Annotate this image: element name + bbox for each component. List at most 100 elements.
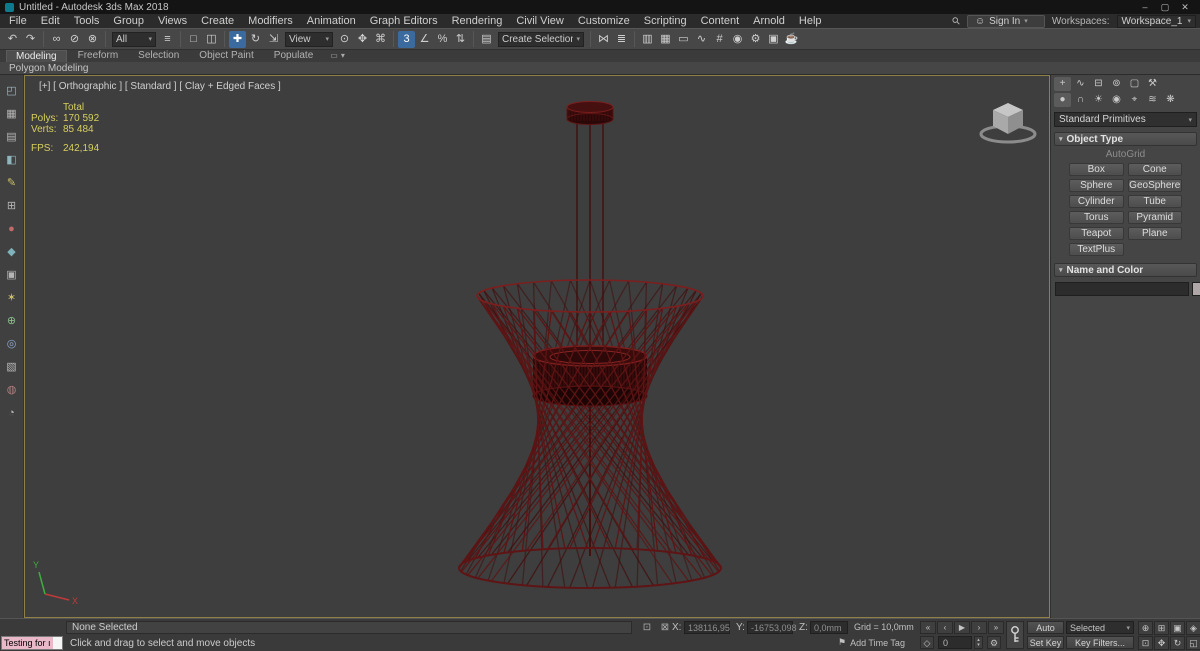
spinner-snap-toggle-icon[interactable]: ⇅ [452,31,469,48]
isolate-selection-toggle-icon[interactable]: ⊡ [640,622,654,634]
hierarchy-tab[interactable]: ⊟ [1090,77,1107,91]
window-crossing-toggle-icon[interactable]: ◫ [203,31,220,48]
add-time-tag-button[interactable]: ⚑ Add Time Tag [838,637,905,648]
x-coordinate-field[interactable]: 138116,95 [684,621,730,634]
menu-item-rendering[interactable]: Rendering [445,14,510,28]
spacewarps-category[interactable]: ≋ [1144,93,1161,107]
toggle-layer-explorer-icon[interactable]: ▦ [657,31,674,48]
unlink-selection-icon[interactable]: ⊘ [66,31,83,48]
previous-frame-button[interactable]: ‹ [937,621,953,634]
left-toolbar-icon-7[interactable]: ● [4,221,20,237]
selection-filter-dropdown[interactable]: All ▾ [112,31,156,47]
menu-item-content[interactable]: Content [694,14,747,28]
lights-category[interactable]: ☀ [1090,93,1107,107]
object-type-cylinder-button[interactable]: Cylinder [1069,195,1124,208]
menu-item-tools[interactable]: Tools [67,14,107,28]
object-type-sphere-button[interactable]: Sphere [1069,179,1124,192]
maximize-button[interactable]: ▢ [1155,0,1175,14]
object-type-rollout-header[interactable]: ▾ Object Type [1054,132,1197,146]
current-frame-field[interactable]: 0 [938,636,972,649]
select-and-scale-icon[interactable]: ⇲ [265,31,282,48]
close-button[interactable]: ✕ [1175,0,1195,14]
select-and-rotate-icon[interactable]: ↻ [247,31,264,48]
zoom-extents-all-icon[interactable]: ◈ [1186,621,1200,635]
menu-item-customize[interactable]: Customize [571,14,637,28]
menu-item-edit[interactable]: Edit [34,14,67,28]
auto-key-button[interactable]: Auto Key [1027,621,1064,645]
go-to-end-button[interactable]: » [988,621,1004,634]
set-key-button[interactable]: Set Key [1027,636,1064,649]
object-type-torus-button[interactable]: Torus [1069,211,1124,224]
primitive-category-dropdown[interactable]: Standard Primitives ▾ [1054,112,1197,127]
left-toolbar-icon-11[interactable]: ⊕ [4,313,20,329]
maxscript-mini-listener[interactable]: Testing for ı [1,636,63,650]
left-toolbar-icon-2[interactable]: ▦ [4,106,20,122]
object-name-field[interactable] [1055,282,1189,296]
ribbon-tab-freeform[interactable]: Freeform [69,50,128,62]
search-icon[interactable]: ⚲ [950,15,963,28]
shapes-category[interactable]: ∩ [1072,93,1089,107]
utilities-tab[interactable]: ⚒ [1144,77,1161,91]
minimize-button[interactable]: – [1135,0,1155,14]
toggle-scene-explorer-icon[interactable]: ▥ [639,31,656,48]
left-toolbar-icon-1[interactable]: ◰ [4,83,20,99]
left-toolbar-icon-8[interactable]: ◆ [4,244,20,260]
left-toolbar-icon-13[interactable]: ▧ [4,359,20,375]
left-toolbar-icon-3[interactable]: ▤ [4,129,20,145]
viewcube[interactable] [979,103,1037,144]
select-and-link-icon[interactable]: ∞ [48,31,65,48]
object-type-pyramid-button[interactable]: Pyramid [1127,211,1182,224]
select-by-name-icon[interactable]: ≡ [159,31,176,48]
object-type-textplus-button[interactable]: TextPlus [1069,243,1124,256]
mirror-icon[interactable]: ⋈ [595,31,612,48]
left-toolbar-icon-4[interactable]: ◧ [4,152,20,168]
object-color-swatch[interactable] [1192,282,1200,296]
ribbon-tab-selection[interactable]: Selection [129,50,188,62]
systems-category[interactable]: ❋ [1162,93,1179,107]
schematic-view-icon[interactable]: # [711,31,728,48]
menu-item-civil-view[interactable]: Civil View [509,14,570,28]
time-configuration-icon[interactable]: ⚙ [987,636,1001,649]
select-and-manipulate-icon[interactable]: ✥ [354,31,371,48]
viewport-label[interactable]: [+] [ Orthographic ] [ Standard ] [ Clay… [39,81,281,92]
ribbon-config-chevron-icon[interactable]: ▾ [341,50,345,62]
pan-icon[interactable]: ✥ [1154,636,1169,650]
menu-item-create[interactable]: Create [194,14,241,28]
reference-coordinate-system-dropdown[interactable]: View ▾ [285,31,333,47]
menu-item-help[interactable]: Help [792,14,829,28]
cameras-category[interactable]: ◉ [1108,93,1125,107]
sign-in-button[interactable]: ☺ Sign In ▾ [966,14,1045,28]
curve-editor-icon[interactable]: ∿ [693,31,710,48]
ribbon-panel-bar[interactable]: Polygon Modeling [0,62,1200,75]
align-icon[interactable]: ≣ [613,31,630,48]
angle-snap-toggle-icon[interactable]: ∠ [416,31,433,48]
set-keys-button[interactable] [1006,621,1024,649]
use-pivot-point-center-icon[interactable]: ⊙ [336,31,353,48]
menu-item-group[interactable]: Group [106,14,151,28]
helpers-category[interactable]: ⌖ [1126,93,1143,107]
rectangular-selection-region-icon[interactable]: □ [185,31,202,48]
name-color-rollout-header[interactable]: ▾ Name and Color [1054,263,1197,277]
object-type-teapot-button[interactable]: Teapot [1069,227,1124,240]
undo-icon[interactable]: ↶ [4,31,21,48]
object-type-plane-button[interactable]: Plane [1127,227,1182,240]
next-frame-button[interactable]: › [971,621,987,634]
snaps-toggle-icon[interactable]: 3 [398,30,415,48]
left-toolbar-icon-14[interactable]: ◍ [4,382,20,398]
viewport[interactable]: XY [+] [ Orthographic ] [ Standard ] [ C… [24,75,1050,618]
maximize-viewport-icon[interactable]: ◱ [1186,636,1200,650]
ribbon-tab-modeling[interactable]: Modeling [6,50,67,62]
toggle-ribbon-icon[interactable]: ▭ [675,31,692,48]
modify-tab[interactable]: ∿ [1072,77,1089,91]
object-type-cone-button[interactable]: Cone [1127,163,1182,176]
menu-item-arnold[interactable]: Arnold [746,14,792,28]
bind-to-space-warp-icon[interactable]: ⊗ [84,31,101,48]
geometry-category[interactable]: ● [1054,93,1071,107]
menu-item-file[interactable]: File [2,14,34,28]
key-mode-dropdown[interactable]: Selected ▾ [1066,621,1134,634]
left-toolbar-icon-12[interactable]: ◎ [4,336,20,352]
percent-snap-toggle-icon[interactable]: % [434,31,451,48]
menu-item-animation[interactable]: Animation [300,14,363,28]
named-selection-set-field[interactable]: Create Selection Se▾ [498,31,584,47]
render-production-icon[interactable]: ☕ [783,31,800,48]
